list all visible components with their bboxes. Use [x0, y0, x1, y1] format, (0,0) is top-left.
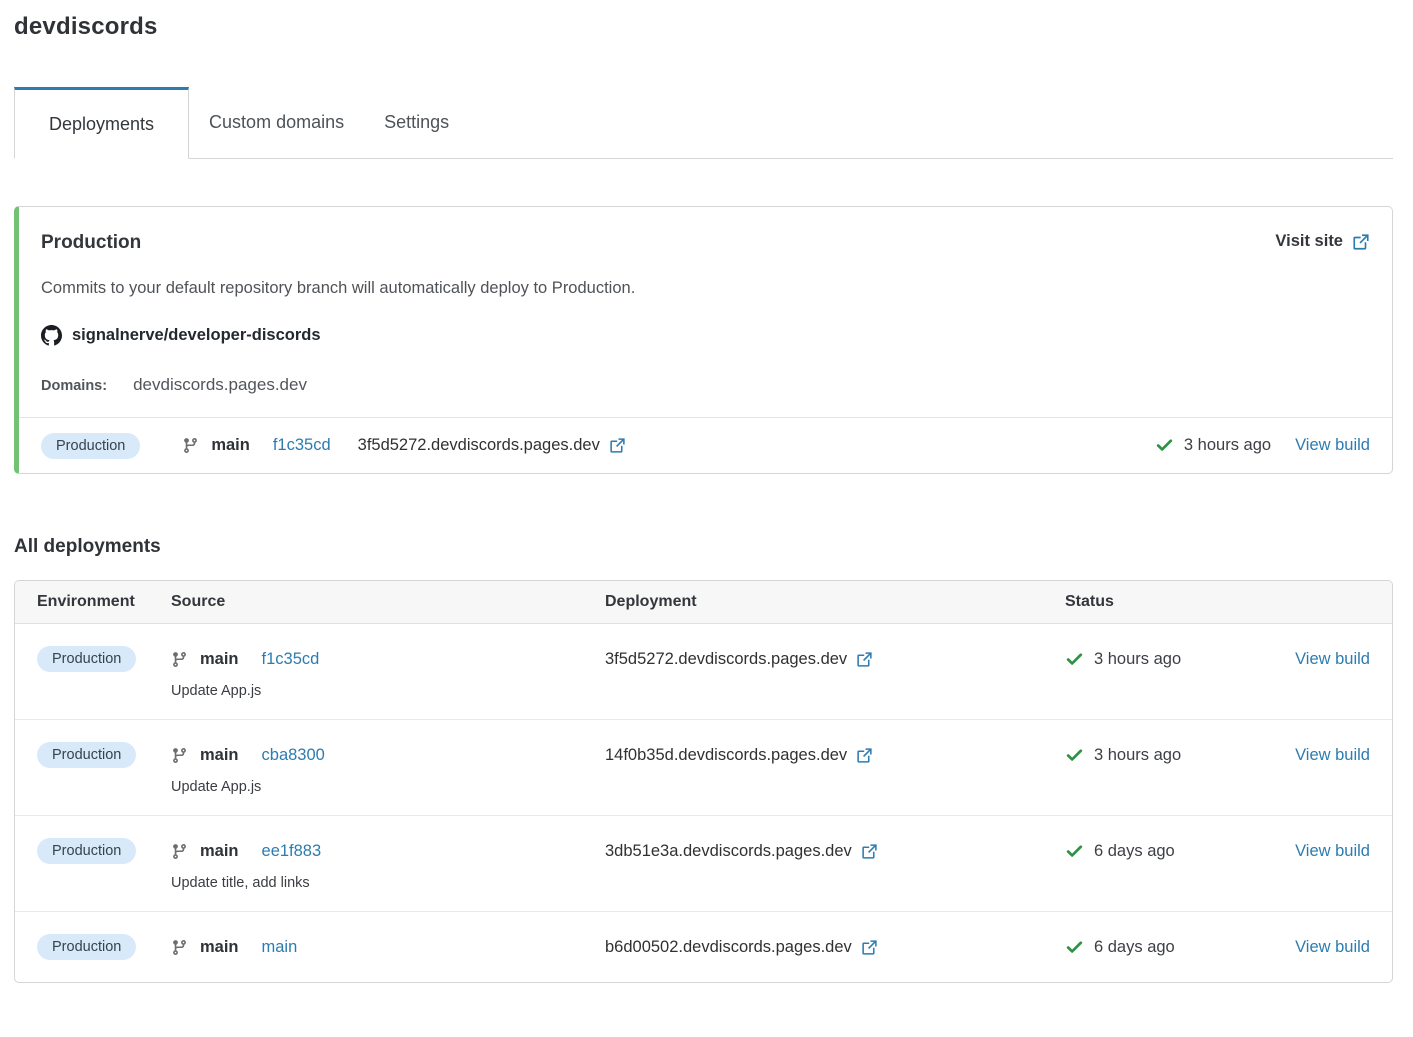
- page-title: devdiscords: [14, 13, 1393, 41]
- status-group: 3 hours ago: [1065, 650, 1181, 669]
- environment-badge: Production: [37, 742, 136, 768]
- table-row: Production main main b6d00502.devdiscord…: [15, 912, 1392, 982]
- domains-label: Domains:: [41, 378, 107, 394]
- repo-name: signalnerve/developer-discords: [72, 326, 321, 345]
- git-branch-icon: [182, 437, 199, 454]
- production-card-title: Production: [41, 232, 141, 254]
- git-branch-icon: [171, 843, 188, 860]
- commit-link[interactable]: f1c35cd: [273, 436, 331, 455]
- environment-badge: Production: [37, 838, 136, 864]
- deployment-url-text: 3f5d5272.devdiscords.pages.dev: [358, 436, 600, 455]
- status-time: 6 days ago: [1094, 842, 1175, 861]
- branch-name: main: [200, 842, 239, 861]
- commit-link[interactable]: f1c35cd: [262, 650, 320, 669]
- commit-message: Update App.js: [171, 779, 605, 795]
- status-group: 6 days ago: [1065, 938, 1175, 957]
- column-header-deployment: Deployment: [605, 593, 1065, 611]
- commit-message: Update title, add links: [171, 875, 605, 891]
- deployment-url: 3f5d5272.devdiscords.pages.dev: [358, 436, 626, 455]
- branch-group: main: [182, 436, 250, 455]
- environment-badge: Production: [37, 934, 136, 960]
- status-time: 6 days ago: [1094, 938, 1175, 957]
- production-card: Production Visit site Commits to your de…: [14, 206, 1393, 474]
- tab-custom-domains[interactable]: Custom domains: [189, 87, 364, 158]
- check-icon: [1065, 650, 1084, 669]
- check-icon: [1065, 842, 1084, 861]
- production-description: Commits to your default repository branc…: [41, 279, 1370, 298]
- table-row: Production main ee1f883 Update title, ad…: [15, 816, 1392, 912]
- external-link-icon: [1352, 233, 1370, 251]
- view-build-link[interactable]: View build: [1295, 842, 1370, 860]
- status-time: 3 hours ago: [1094, 746, 1181, 765]
- commit-link[interactable]: main: [262, 938, 298, 957]
- commit-message: Update App.js: [171, 683, 605, 699]
- view-build-link[interactable]: View build: [1295, 436, 1370, 455]
- deployment-url-text: 3f5d5272.devdiscords.pages.dev: [605, 650, 847, 669]
- external-link-icon[interactable]: [856, 651, 873, 668]
- view-build-link[interactable]: View build: [1295, 938, 1370, 956]
- domains-value: devdiscords.pages.dev: [133, 375, 307, 395]
- deployment-url-text: b6d00502.devdiscords.pages.dev: [605, 938, 852, 957]
- status-time: 3 hours ago: [1094, 650, 1181, 669]
- status-group: 3 hours ago: [1065, 746, 1181, 765]
- view-build-link[interactable]: View build: [1295, 746, 1370, 764]
- tab-settings[interactable]: Settings: [364, 87, 469, 158]
- branch-name: main: [200, 650, 239, 669]
- column-header-source: Source: [171, 593, 605, 611]
- all-deployments-title: All deployments: [14, 536, 1393, 558]
- table-row: Production main f1c35cd Update App.js 3f…: [15, 624, 1392, 720]
- branch-name: main: [200, 746, 239, 765]
- external-link-icon[interactable]: [861, 939, 878, 956]
- environment-badge: Production: [37, 646, 136, 672]
- check-icon: [1155, 436, 1174, 455]
- external-link-icon[interactable]: [609, 437, 626, 454]
- git-branch-icon: [171, 747, 188, 764]
- visit-site-label: Visit site: [1275, 232, 1343, 251]
- tab-deployments[interactable]: Deployments: [14, 87, 189, 159]
- check-icon: [1065, 746, 1084, 765]
- status-group: 6 days ago: [1065, 842, 1175, 861]
- commit-link[interactable]: cba8300: [262, 746, 325, 765]
- environment-badge: Production: [41, 433, 140, 459]
- column-header-environment: Environment: [37, 593, 171, 611]
- git-branch-icon: [171, 939, 188, 956]
- branch-name: main: [211, 436, 250, 455]
- column-header-status: Status: [1065, 593, 1275, 611]
- git-branch-icon: [171, 651, 188, 668]
- github-repo-link[interactable]: signalnerve/developer-discords: [41, 325, 321, 346]
- check-icon: [1065, 938, 1084, 957]
- domains-row: Domains: devdiscords.pages.dev: [41, 375, 1370, 417]
- visit-site-link[interactable]: Visit site: [1275, 232, 1370, 251]
- external-link-icon[interactable]: [861, 843, 878, 860]
- deployments-table: Environment Source Deployment Status Pro…: [14, 580, 1393, 983]
- external-link-icon[interactable]: [856, 747, 873, 764]
- commit-link[interactable]: ee1f883: [262, 842, 322, 861]
- table-row: Production main cba8300 Update App.js 14…: [15, 720, 1392, 816]
- table-header-row: Environment Source Deployment Status: [15, 581, 1392, 624]
- github-icon: [41, 325, 62, 346]
- tab-bar: Deployments Custom domains Settings: [14, 87, 1393, 159]
- production-deployment-row: Production main f1c35cd 3f5d5272.devdisc…: [19, 417, 1392, 473]
- status-group: 3 hours ago: [1155, 436, 1271, 455]
- deployment-url-text: 3db51e3a.devdiscords.pages.dev: [605, 842, 852, 861]
- deployment-url-text: 14f0b35d.devdiscords.pages.dev: [605, 746, 847, 765]
- branch-name: main: [200, 938, 239, 957]
- status-time: 3 hours ago: [1184, 436, 1271, 455]
- view-build-link[interactable]: View build: [1295, 650, 1370, 668]
